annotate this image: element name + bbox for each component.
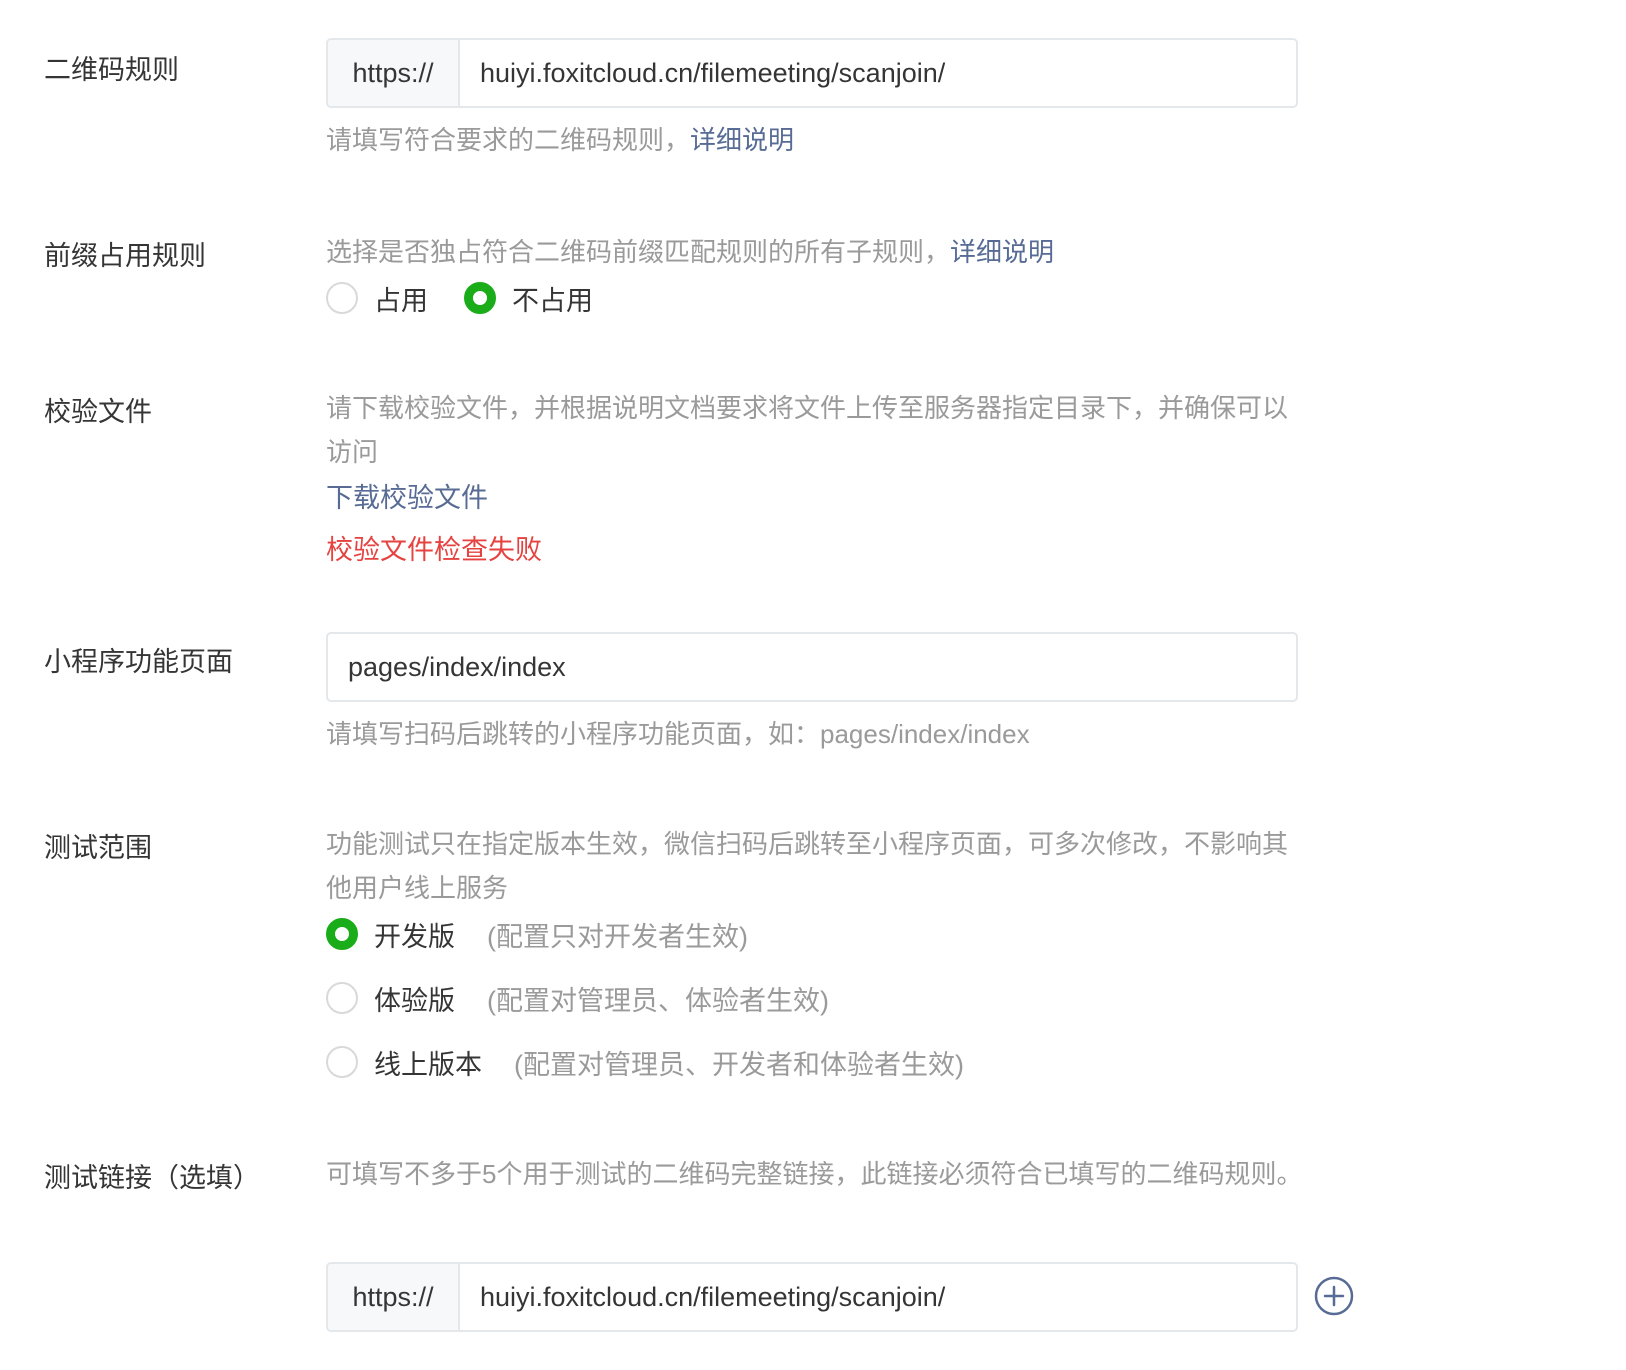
qr-rule-tip: 请填写符合要求的二维码规则， — [326, 125, 691, 155]
radio-trial-version-desc: (配置对管理员、体验者生效) — [487, 985, 829, 1016]
radio-occupy[interactable]: 占用 — [326, 279, 428, 318]
test-scope-label: 测试范围 — [44, 833, 152, 863]
qr-rule-tip-line: 请填写符合要求的二维码规则，详细说明 — [326, 118, 794, 162]
radio-dev-version-desc: (配置只对开发者生效) — [487, 921, 748, 952]
radio-not-occupy-indicator — [464, 282, 496, 314]
radio-dev-version[interactable]: 开发版 (配置只对开发者生效) — [326, 914, 748, 954]
prefix-rule-radio-group: 占用 不占用 — [326, 278, 629, 318]
test-link-tip: 可填写不多于5个用于测试的二维码完整链接，此链接必须符合已填写的二维码规则。 — [326, 1159, 1303, 1189]
radio-online-version-label: 线上版本 — [374, 1049, 482, 1080]
radio-online-version[interactable]: 线上版本 (配置对管理员、开发者和体验者生效) — [326, 1042, 964, 1082]
verify-file-label: 校验文件 — [44, 397, 152, 427]
qr-rule-prefix: https:// — [328, 40, 460, 106]
verify-file-tip: 请下载校验文件，并根据说明文档要求将文件上传至服务器指定目录下，并确保可以访问 — [326, 393, 1289, 467]
page-input[interactable] — [328, 634, 1296, 700]
verify-file-error: 校验文件检查失败 — [326, 535, 542, 565]
plus-circle-icon — [1314, 1276, 1354, 1316]
prefix-rule-tip: 选择是否独占符合二维码前缀匹配规则的所有子规则， — [326, 237, 951, 267]
radio-trial-version-label: 体验版 — [374, 985, 455, 1016]
prefix-rule-label: 前缀占用规则 — [44, 241, 206, 271]
radio-occupy-indicator — [326, 282, 358, 314]
qr-rule-label: 二维码规则 — [44, 55, 179, 85]
radio-dev-version-label: 开发版 — [374, 921, 455, 952]
radio-occupy-label: 占用 — [374, 285, 428, 316]
prefix-rule-detail-link[interactable]: 详细说明 — [950, 237, 1054, 267]
qr-rule-input[interactable] — [460, 40, 1296, 106]
radio-online-version-desc: (配置对管理员、开发者和体验者生效) — [514, 1049, 964, 1080]
radio-not-occupy[interactable]: 不占用 — [464, 279, 593, 318]
radio-dev-version-indicator — [326, 918, 358, 950]
add-test-link-button[interactable] — [1314, 1276, 1354, 1316]
prefix-rule-tip-line: 选择是否独占符合二维码前缀匹配规则的所有子规则，详细说明 — [326, 230, 1054, 274]
test-link-input[interactable] — [460, 1264, 1296, 1330]
page-tip: 请填写扫码后跳转的小程序功能页面，如：pages/index/index — [326, 719, 1030, 749]
qr-rule-input-group: https:// — [326, 38, 1298, 108]
radio-online-version-indicator — [326, 1046, 358, 1078]
radio-not-occupy-label: 不占用 — [512, 285, 593, 316]
page-input-group — [326, 632, 1298, 702]
download-verify-file-link[interactable]: 下载校验文件 — [326, 478, 488, 518]
test-scope-tip: 功能测试只在指定版本生效，微信扫码后跳转至小程序页面，可多次修改，不影响其他用户… — [326, 829, 1289, 903]
page-label: 小程序功能页面 — [44, 647, 233, 677]
radio-trial-version[interactable]: 体验版 (配置对管理员、体验者生效) — [326, 978, 829, 1018]
test-link-prefix: https:// — [328, 1264, 460, 1330]
qr-rule-detail-link[interactable]: 详细说明 — [690, 125, 794, 155]
test-link-label: 测试链接（选填） — [44, 1163, 260, 1193]
radio-trial-version-indicator — [326, 982, 358, 1014]
test-link-input-group: https:// — [326, 1262, 1298, 1332]
